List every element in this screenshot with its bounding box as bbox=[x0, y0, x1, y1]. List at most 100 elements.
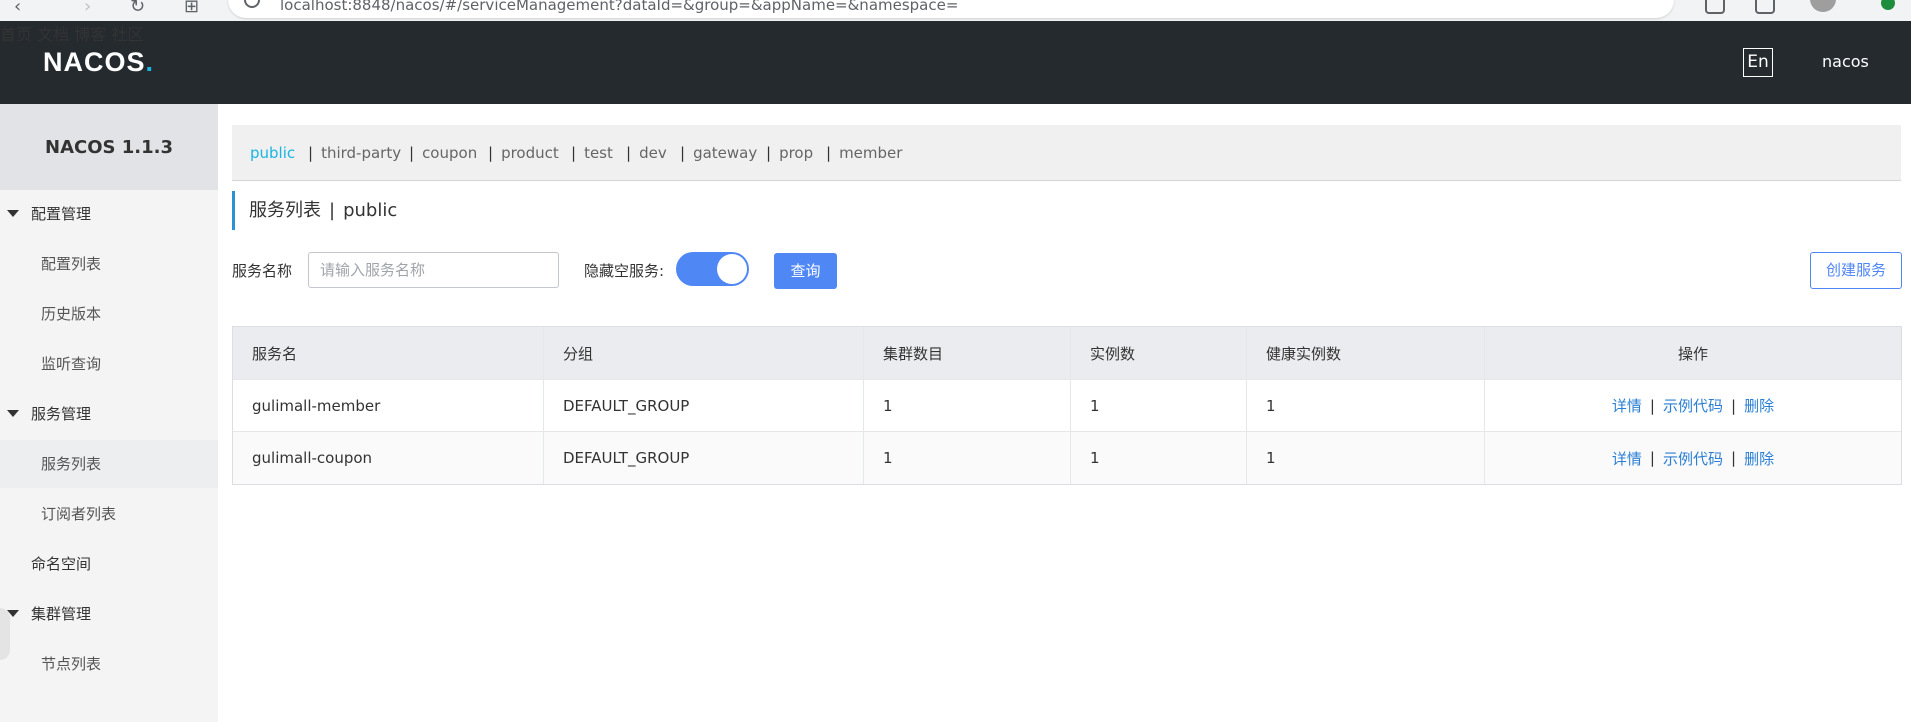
sidebar-item-label: 监听查询 bbox=[41, 355, 102, 373]
sidebar-item-label: 配置管理 bbox=[31, 205, 92, 223]
table-header-row: 服务名 分组 集群数目 实例数 健康实例数 操作 bbox=[233, 327, 1901, 380]
namespace-coupon[interactable]: | coupon bbox=[409, 125, 477, 181]
nav-community[interactable]: 社区 bbox=[111, 25, 143, 44]
hide-empty-label: 隐藏空服务: bbox=[584, 262, 665, 280]
site-info-icon[interactable] bbox=[244, 0, 260, 8]
namespace-label: coupon bbox=[422, 144, 478, 162]
namespace-label: test bbox=[584, 144, 613, 162]
sidebar-item-label: 服务列表 bbox=[41, 455, 102, 473]
cell-clusters: 1 bbox=[864, 380, 1071, 431]
namespace-separator: | bbox=[680, 144, 686, 162]
namespace-third-party[interactable]: | third-party bbox=[308, 125, 401, 181]
forward-arrow-icon[interactable]: › bbox=[84, 0, 91, 17]
column-header-group: 分组 bbox=[544, 327, 864, 379]
namespace-separator: | bbox=[626, 144, 632, 162]
reading-list-icon[interactable] bbox=[1705, 0, 1725, 14]
sidebar-item-config-list[interactable]: 配置列表 bbox=[0, 240, 218, 288]
address-bar[interactable]: localhost:8848/nacos/#/serviceManagement… bbox=[228, 0, 1674, 18]
sidebar-group-cluster[interactable]: 集群管理 bbox=[0, 590, 218, 638]
namespace-prop[interactable]: | prop bbox=[766, 125, 813, 181]
sidebar-item-namespace[interactable]: 命名空间 bbox=[0, 540, 218, 588]
page-title-text: 服务列表 bbox=[249, 200, 321, 221]
cell-instances: 1 bbox=[1071, 380, 1247, 431]
cell-instances: 1 bbox=[1071, 432, 1247, 484]
page-title-namespace: public bbox=[343, 200, 398, 221]
sidebar-item-node-list[interactable]: 节点列表 bbox=[0, 640, 218, 688]
namespace-separator: | bbox=[488, 144, 494, 162]
profile-avatar-icon[interactable] bbox=[1810, 0, 1836, 12]
sidebar-item-label: 配置列表 bbox=[41, 255, 102, 273]
cell-service-name: gulimall-coupon bbox=[233, 432, 544, 484]
service-name-input[interactable] bbox=[308, 252, 559, 288]
cell-healthy: 1 bbox=[1247, 380, 1485, 431]
sidebar-item-label: 命名空间 bbox=[31, 555, 92, 573]
action-separator: | bbox=[1649, 396, 1655, 415]
column-header-instances: 实例数 bbox=[1071, 327, 1247, 379]
namespace-label: product bbox=[501, 144, 559, 162]
sidebar-item-label: 集群管理 bbox=[31, 605, 92, 623]
cell-service-name: gulimall-member bbox=[233, 380, 544, 431]
table-row: gulimall-coupon DEFAULT_GROUP 1 1 1 详情 |… bbox=[233, 432, 1901, 484]
namespace-test[interactable]: | test bbox=[571, 125, 613, 181]
nav-home[interactable]: 首页 bbox=[0, 25, 32, 44]
sidebar-collapse-handle[interactable] bbox=[0, 608, 10, 660]
namespace-separator: | bbox=[826, 144, 832, 162]
hide-empty-toggle[interactable] bbox=[676, 252, 749, 286]
query-button[interactable]: 查询 bbox=[774, 253, 837, 289]
nav-docs[interactable]: 文档 bbox=[37, 25, 69, 44]
sidebar-item-history[interactable]: 历史版本 bbox=[0, 290, 218, 338]
apps-icon[interactable]: ⊞ bbox=[184, 0, 199, 17]
sidebar: NACOS 1.1.3 配置管理 配置列表 历史版本 监听查询 服务管理 服务列… bbox=[0, 104, 218, 722]
cell-group: DEFAULT_GROUP bbox=[544, 432, 864, 484]
column-header-clusters: 集群数目 bbox=[864, 327, 1071, 379]
service-name-label: 服务名称 bbox=[232, 262, 293, 280]
cell-clusters: 1 bbox=[864, 432, 1071, 484]
detail-link[interactable]: 详情 bbox=[1612, 395, 1642, 416]
namespace-member[interactable]: | member bbox=[826, 125, 902, 181]
namespace-label: dev bbox=[639, 144, 667, 162]
detail-link[interactable]: 详情 bbox=[1612, 448, 1642, 469]
cell-group: DEFAULT_GROUP bbox=[544, 380, 864, 431]
action-separator: | bbox=[1649, 449, 1655, 467]
sidebar-group-service[interactable]: 服务管理 bbox=[0, 390, 218, 438]
sidebar-item-label: 服务管理 bbox=[31, 405, 92, 423]
sidebar-title: NACOS 1.1.3 bbox=[0, 104, 218, 190]
namespace-separator: | bbox=[409, 144, 415, 162]
namespace-gateway[interactable]: | gateway bbox=[680, 125, 757, 181]
namespace-label: gateway bbox=[693, 144, 758, 162]
nav-blog[interactable]: 博客 bbox=[74, 25, 106, 44]
logo-text: NACOS bbox=[43, 47, 146, 77]
column-header-actions: 操作 bbox=[1677, 344, 1708, 363]
browser-chrome: ‹ › ↻ ⊞ localhost:8848/nacos/#/serviceMa… bbox=[0, 0, 1911, 21]
namespace-public[interactable]: public bbox=[250, 125, 295, 181]
delete-link[interactable]: 删除 bbox=[1744, 448, 1774, 469]
namespace-label: third-party bbox=[321, 144, 402, 162]
extensions-icon[interactable] bbox=[1755, 0, 1775, 14]
table-row: gulimall-member DEFAULT_GROUP 1 1 1 详情 |… bbox=[233, 380, 1901, 432]
delete-link[interactable]: 删除 bbox=[1744, 395, 1774, 416]
sidebar-item-service-list[interactable]: 服务列表 bbox=[0, 440, 218, 488]
column-header-service-name: 服务名 bbox=[233, 327, 544, 379]
namespace-product[interactable]: | product bbox=[488, 125, 559, 181]
nacos-logo[interactable]: NACOS. bbox=[43, 47, 154, 78]
page-title: 服务列表 | public bbox=[232, 191, 397, 230]
namespace-dev[interactable]: | dev bbox=[626, 125, 667, 181]
namespace-separator: | bbox=[308, 144, 314, 162]
language-toggle-button[interactable]: En bbox=[1743, 48, 1773, 77]
page-title-separator: | bbox=[329, 200, 336, 221]
sidebar-item-listener-query[interactable]: 监听查询 bbox=[0, 340, 218, 388]
sample-code-link[interactable]: 示例代码 bbox=[1663, 448, 1723, 469]
cell-healthy: 1 bbox=[1247, 432, 1485, 484]
user-menu[interactable]: nacos bbox=[1822, 52, 1869, 71]
sidebar-item-subscribers[interactable]: 订阅者列表 bbox=[0, 490, 218, 538]
sample-code-link[interactable]: 示例代码 bbox=[1663, 395, 1723, 416]
service-table: 服务名 分组 集群数目 实例数 健康实例数 操作 gulimall-member… bbox=[232, 326, 1902, 485]
update-badge-icon bbox=[1881, 0, 1895, 10]
create-service-button[interactable]: 创建服务 bbox=[1810, 252, 1902, 289]
back-arrow-icon[interactable]: ‹ bbox=[14, 0, 21, 17]
action-separator: | bbox=[1731, 396, 1737, 415]
sidebar-group-config[interactable]: 配置管理 bbox=[0, 190, 218, 238]
sidebar-item-label: 订阅者列表 bbox=[41, 505, 117, 523]
main-content: public | third-party | coupon | product | te… bbox=[218, 104, 1911, 722]
reload-icon[interactable]: ↻ bbox=[130, 0, 145, 17]
